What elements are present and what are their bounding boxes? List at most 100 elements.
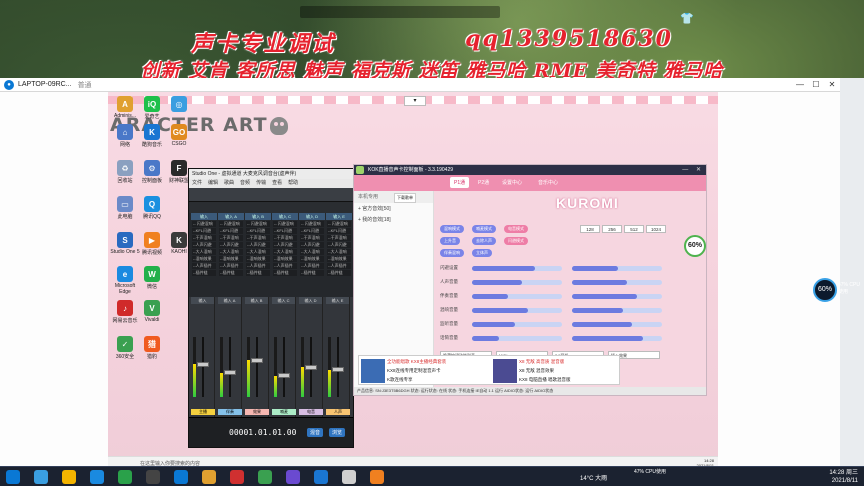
panel-window-controls[interactable]: — ✕ <box>682 165 704 175</box>
menu-item[interactable]: 音频 <box>240 179 250 188</box>
mode-button[interactable]: 混响模式 <box>440 225 464 233</box>
volume-slider[interactable] <box>472 266 562 271</box>
ad-text[interactable]: K歌连线专享 <box>387 377 413 383</box>
insert-slot[interactable]: --KFL闪避 <box>273 228 297 234</box>
insert-slot[interactable]: --人声闪避 <box>246 242 270 248</box>
insert-slot[interactable]: -- 闪避混响 <box>300 221 324 227</box>
mode-button[interactable]: 去除人声 <box>472 237 496 245</box>
menu-item[interactable]: 编辑 <box>208 179 218 188</box>
desktop-icon[interactable]: ⌂ 网络 <box>110 124 140 148</box>
desktop-icon[interactable]: 猎猎豹 <box>137 336 167 360</box>
desktop-icon[interactable]: S Studio One 5 <box>110 232 140 255</box>
browse-button[interactable]: 浏览 <box>329 428 346 437</box>
taskbar-app-icon[interactable] <box>62 470 76 484</box>
insert-slot[interactable]: --人声闪避 <box>219 242 243 248</box>
taskbar-app-icon[interactable] <box>370 470 384 484</box>
insert-slot[interactable]: --大人混响 <box>219 249 243 255</box>
fader-knob[interactable] <box>197 361 209 367</box>
mode-button[interactable]: 电音模式 <box>504 225 528 233</box>
insert-slot[interactable]: --人声闪避 <box>273 242 297 248</box>
mode-button[interactable]: 上升音 <box>440 237 460 245</box>
insert-slot[interactable]: --人声插件 <box>246 263 270 269</box>
volume-slider[interactable] <box>572 322 662 327</box>
fader-knob[interactable] <box>251 357 263 363</box>
desktop-icon[interactable]: e Microsoft Edge <box>110 266 140 295</box>
fader-knob[interactable] <box>224 370 236 375</box>
insert-slot[interactable]: --大人混响 <box>246 249 270 255</box>
sound-card-panel[interactable]: KOK直播音声卡控制面板 - 3.3.190429 — ✕ P1通 P2通 设置… <box>353 164 707 396</box>
desktop-icon[interactable]: K 酷狗音乐 <box>137 124 167 148</box>
insert-slot[interactable]: --干声混响 <box>273 235 297 241</box>
remote-toolbar-dropdown[interactable]: ▾ <box>404 96 426 106</box>
insert-slot[interactable]: --人声插件 <box>192 263 216 269</box>
mode-button[interactable]: 立体声 <box>472 249 492 257</box>
insert-slot[interactable]: --人声闪避 <box>327 242 351 248</box>
insert-slot[interactable]: -- 闪避混响 <box>327 221 351 227</box>
buffer-size-option[interactable]: 128 <box>580 225 600 233</box>
buffer-size-option[interactable]: 256 <box>602 225 622 233</box>
track-column[interactable]: 输入 C -- 闪避混响 --KFL闪避 --干声混响 --人声闪避 --大人混响 --混响… <box>272 213 298 297</box>
taskbar-app-icon[interactable] <box>202 470 216 484</box>
insert-slot[interactable]: --KFL闪避 <box>219 228 243 234</box>
mode-button[interactable]: 喊麦模式 <box>472 225 496 233</box>
volume-slider[interactable] <box>572 280 662 285</box>
insert-slot[interactable]: --插件链 <box>192 270 216 276</box>
insert-slot[interactable]: --干声混响 <box>219 235 243 241</box>
insert-slot[interactable]: -- 闪避混响 <box>219 221 243 227</box>
track-column[interactable]: 输入 A -- 闪避混响 --KFL闪避 --干声混响 --人声闪避 --大人混响 --混响… <box>218 213 244 297</box>
ad-text[interactable]: KX8连线专用定制混音声卡 <box>387 368 441 374</box>
insert-slot[interactable]: -- 闪避混响 <box>192 221 216 227</box>
volume-slider[interactable] <box>472 322 562 327</box>
minimize-button[interactable]: — <box>792 78 808 92</box>
ad-text[interactable]: X8 无敌 高音质 混音版 <box>519 359 564 365</box>
taskbar-app-icon[interactable] <box>6 470 20 484</box>
insert-slot[interactable]: --干声混响 <box>246 235 270 241</box>
desktop-icon[interactable]: Q 腾讯QQ <box>137 196 167 220</box>
desktop-icon[interactable]: ▭ 此电脑 <box>110 196 140 220</box>
volume-slider[interactable] <box>572 308 662 313</box>
insert-slot[interactable]: --插件链 <box>273 270 297 276</box>
taskbar-app-icon[interactable] <box>230 470 244 484</box>
insert-slot[interactable]: --干声混响 <box>300 235 324 241</box>
desktop-icon[interactable]: W 微信 <box>137 266 167 290</box>
volume-slider[interactable] <box>472 336 562 341</box>
insert-slot[interactable]: --干声混响 <box>192 235 216 241</box>
insert-slot[interactable]: --混响效果 <box>327 256 351 262</box>
taskbar-app-icon[interactable] <box>342 470 356 484</box>
studio-one-window[interactable]: Studio One - 虚拟通道 大麦克风调音台(虚声伴) 文件 编辑 歌曲 音频传… <box>188 168 354 448</box>
insert-slot[interactable]: --人声闪避 <box>192 242 216 248</box>
volume-slider[interactable] <box>472 280 562 285</box>
track-column[interactable]: 输入 E -- 闪避混响 --KFL闪避 --干声混响 --人声闪避 --大人混响 --混响… <box>326 213 352 297</box>
insert-slot[interactable]: --人声插件 <box>327 263 351 269</box>
insert-slot[interactable]: --混响效果 <box>273 256 297 262</box>
list-item[interactable]: + 官方音效[50] <box>354 203 433 214</box>
taskbar-app-icon[interactable] <box>118 470 132 484</box>
insert-slot[interactable]: --大人混响 <box>273 249 297 255</box>
desktop-icon[interactable]: V Vivaldi <box>137 300 167 323</box>
insert-slot[interactable]: --KFL闪避 <box>327 228 351 234</box>
fader-knob[interactable] <box>332 367 344 373</box>
volume-slider[interactable] <box>572 294 662 299</box>
desktop-icon[interactable]: GO CSGO <box>164 124 194 147</box>
taskbar-app-icon[interactable] <box>146 470 160 484</box>
mode-button[interactable]: 闪避模式 <box>504 237 528 245</box>
ad-text[interactable]: KX8 电脑直播 唱歌混音版 <box>519 377 571 383</box>
insert-slot[interactable]: --KFL闪避 <box>300 228 324 234</box>
insert-slot[interactable]: --混响效果 <box>246 256 270 262</box>
desktop-icon[interactable]: ⚙ 控制面板 <box>137 160 167 184</box>
volume-slider[interactable] <box>472 308 562 313</box>
desktop-icon[interactable]: iQ 爱奇艺 <box>137 96 167 120</box>
desktop-icon[interactable]: ▶ 腾讯视频 <box>137 232 167 256</box>
menu-item[interactable]: 查看 <box>272 179 282 188</box>
insert-slot[interactable]: --人声插件 <box>300 263 324 269</box>
insert-slot[interactable]: --大人混响 <box>300 249 324 255</box>
ad-text[interactable]: X8 无敌 混音效果 <box>519 368 554 374</box>
insert-slot[interactable]: --干声混响 <box>327 235 351 241</box>
insert-slot[interactable]: -- 闪避混响 <box>273 221 297 227</box>
insert-slot[interactable]: --KFL闪避 <box>192 228 216 234</box>
insert-slot[interactable]: --插件链 <box>219 270 243 276</box>
mix-button[interactable]: 混音 <box>307 428 324 437</box>
desktop-icon[interactable]: A Adminis... <box>110 96 140 119</box>
volume-slider[interactable] <box>472 294 562 299</box>
menu-item[interactable]: 文件 <box>192 179 202 188</box>
